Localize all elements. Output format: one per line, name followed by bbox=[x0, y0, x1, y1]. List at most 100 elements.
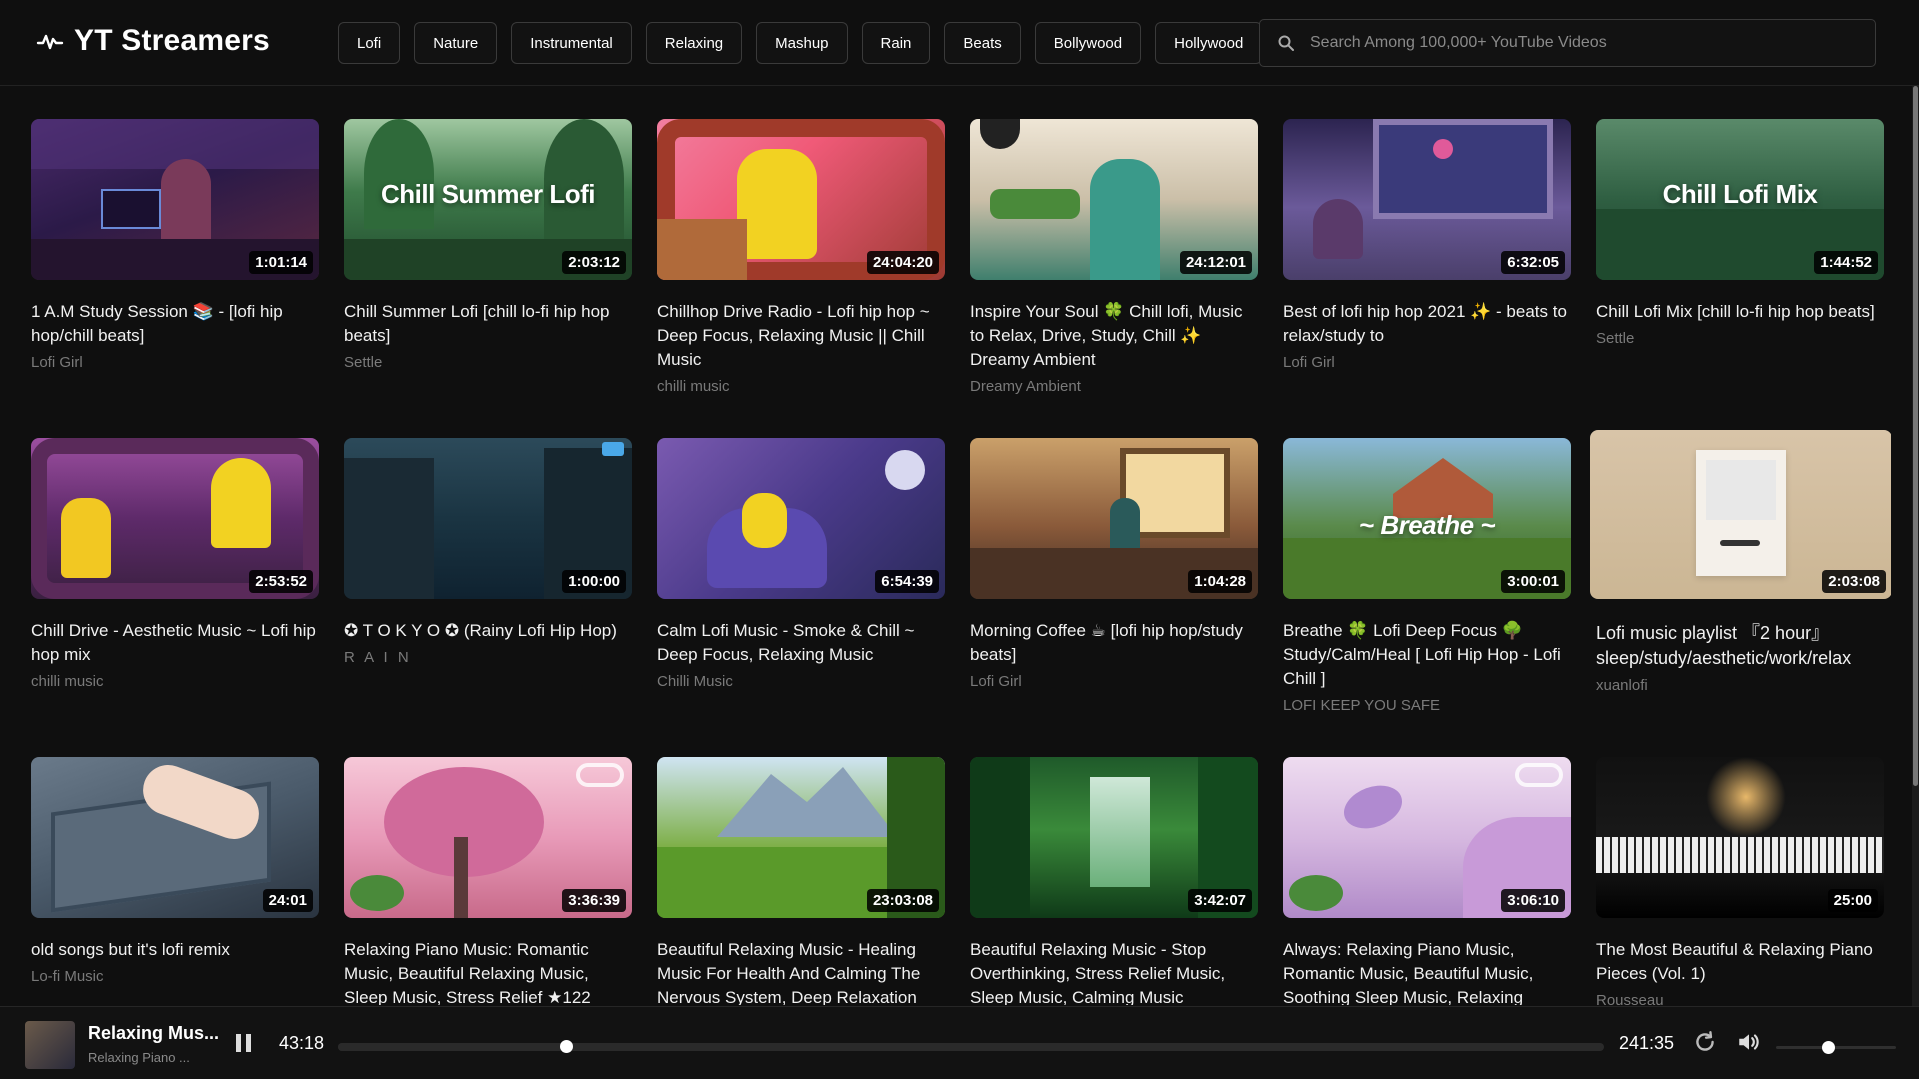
video-title[interactable]: Beautiful Relaxing Music - Stop Overthin… bbox=[970, 938, 1258, 1005]
chip-lofi[interactable]: Lofi bbox=[338, 22, 401, 64]
video-thumbnail[interactable]: 1:01:14 bbox=[31, 119, 319, 280]
channel-name[interactable]: xuanlofi bbox=[1596, 677, 1884, 694]
search-input[interactable] bbox=[1310, 34, 1850, 52]
top-header: YT Streamers Lofi Nature Instrumental Re… bbox=[0, 0, 1919, 86]
video-title[interactable]: Lofi music playlist 『2 hour』 sleep/study… bbox=[1596, 621, 1884, 671]
duration-badge: 6:54:39 bbox=[875, 570, 939, 593]
chip-beats[interactable]: Beats bbox=[944, 22, 1021, 64]
video-card[interactable]: 24:04:20 Chillhop Drive Radio - Lofi hip… bbox=[657, 119, 945, 438]
scrollbar-thumb[interactable] bbox=[1913, 86, 1918, 786]
channel-name[interactable]: Settle bbox=[1596, 330, 1884, 347]
video-thumbnail[interactable]: 25:00 bbox=[1596, 757, 1884, 918]
duration-badge: 1:00:00 bbox=[562, 570, 626, 593]
video-thumbnail[interactable]: 6:32:05 bbox=[1283, 119, 1571, 280]
video-title[interactable]: Morning Coffee ☕ [lofi hip hop/study bea… bbox=[970, 619, 1258, 667]
video-card[interactable]: 6:32:05 Best of lofi hip hop 2021 ✨ - be… bbox=[1283, 119, 1571, 438]
progress-handle[interactable] bbox=[559, 1040, 573, 1053]
channel-name[interactable]: Settle bbox=[344, 354, 632, 371]
video-thumbnail[interactable]: 23:03:08 bbox=[657, 757, 945, 918]
video-title[interactable]: ✪ T O K Y O ✪ (Rainy Lofi Hip Hop) bbox=[344, 619, 632, 643]
video-card-hovered[interactable]: 2:03:08 Lofi music playlist 『2 hour』 sle… bbox=[1590, 430, 1891, 757]
video-title[interactable]: Inspire Your Soul 🍀 Chill lofi, Music to… bbox=[970, 300, 1258, 372]
video-card[interactable]: 23:03:08 Beautiful Relaxing Music - Heal… bbox=[657, 757, 945, 1005]
video-title[interactable]: Breathe 🍀 Lofi Deep Focus 🌳 Study/Calm/H… bbox=[1283, 619, 1571, 691]
repeat-icon[interactable] bbox=[1692, 1029, 1718, 1055]
chip-relaxing[interactable]: Relaxing bbox=[645, 22, 743, 64]
video-thumbnail[interactable]: ~ Breathe ~ 3:00:01 bbox=[1283, 438, 1571, 599]
chip-hollywood[interactable]: Hollywood bbox=[1155, 22, 1263, 64]
video-card[interactable]: 6:54:39 Calm Lofi Music - Smoke & Chill … bbox=[657, 438, 945, 757]
now-playing-artwork[interactable] bbox=[25, 1021, 75, 1069]
volume-slider[interactable] bbox=[1776, 1041, 1896, 1054]
video-card[interactable]: 1:04:28 Morning Coffee ☕ [lofi hip hop/s… bbox=[970, 438, 1258, 757]
volume-handle[interactable] bbox=[1821, 1041, 1835, 1054]
channel-name[interactable]: Lofi Girl bbox=[31, 354, 319, 371]
video-thumbnail[interactable]: 2:53:52 bbox=[31, 438, 319, 599]
channel-name[interactable]: Rousseau bbox=[1596, 992, 1884, 1005]
video-thumbnail[interactable]: 24:01 bbox=[31, 757, 319, 918]
app-title: YT Streamers bbox=[74, 24, 270, 57]
channel-name[interactable]: Lofi Girl bbox=[970, 673, 1258, 690]
app-logo[interactable]: YT Streamers bbox=[36, 24, 270, 58]
video-card[interactable]: Chill Lofi Mix 1:44:52 Chill Lofi Mix [c… bbox=[1596, 119, 1884, 438]
channel-name[interactable]: chilli music bbox=[31, 673, 319, 690]
video-card[interactable]: 25:00 The Most Beautiful & Relaxing Pian… bbox=[1596, 757, 1884, 1005]
chip-nature[interactable]: Nature bbox=[414, 22, 498, 64]
video-thumbnail[interactable]: 1:04:28 bbox=[970, 438, 1258, 599]
video-title[interactable]: Calm Lofi Music - Smoke & Chill ~ Deep F… bbox=[657, 619, 945, 667]
video-thumbnail[interactable]: 3:42:07 bbox=[970, 757, 1258, 918]
video-title[interactable]: Relaxing Piano Music: Romantic Music, Be… bbox=[344, 938, 632, 1005]
video-thumbnail[interactable]: 2:03:08 bbox=[1590, 430, 1891, 599]
video-card[interactable]: 2:53:52 Chill Drive - Aesthetic Music ~ … bbox=[31, 438, 319, 757]
video-title[interactable]: Chillhop Drive Radio - Lofi hip hop ~ De… bbox=[657, 300, 945, 372]
page-scrollbar[interactable] bbox=[1912, 86, 1919, 1006]
video-title[interactable]: Chill Lofi Mix [chill lo-fi hip hop beat… bbox=[1596, 300, 1884, 324]
video-title[interactable]: Always: Relaxing Piano Music, Romantic M… bbox=[1283, 938, 1571, 1005]
channel-name[interactable]: R A I N bbox=[344, 649, 632, 666]
video-title[interactable]: The Most Beautiful & Relaxing Piano Piec… bbox=[1596, 938, 1884, 986]
chip-mashup[interactable]: Mashup bbox=[756, 22, 848, 64]
channel-name[interactable]: Chilli Music bbox=[657, 673, 945, 690]
chip-rain[interactable]: Rain bbox=[861, 22, 931, 64]
video-card[interactable]: 3:06:10 Always: Relaxing Piano Music, Ro… bbox=[1283, 757, 1571, 1005]
video-card[interactable]: Chill Summer Lofi 2:03:12 Chill Summer L… bbox=[344, 119, 632, 438]
video-title[interactable]: Best of lofi hip hop 2021 ✨ - beats to r… bbox=[1283, 300, 1571, 348]
chip-bollywood[interactable]: Bollywood bbox=[1034, 22, 1142, 64]
duration-badge: 3:06:10 bbox=[1501, 889, 1565, 912]
channel-name[interactable]: Lo-fi Music bbox=[31, 968, 319, 985]
channel-name[interactable]: Dreamy Ambient bbox=[970, 378, 1258, 395]
video-title[interactable]: Beautiful Relaxing Music - Healing Music… bbox=[657, 938, 945, 1005]
video-thumbnail[interactable]: Chill Summer Lofi 2:03:12 bbox=[344, 119, 632, 280]
video-thumbnail[interactable]: 24:12:01 bbox=[970, 119, 1258, 280]
channel-name[interactable]: LOFI KEEP YOU SAFE bbox=[1283, 697, 1571, 714]
video-thumbnail[interactable]: 6:54:39 bbox=[657, 438, 945, 599]
video-title[interactable]: Chill Drive - Aesthetic Music ~ Lofi hip… bbox=[31, 619, 319, 667]
channel-name[interactable]: chilli music bbox=[657, 378, 945, 395]
video-thumbnail[interactable]: 24:04:20 bbox=[657, 119, 945, 280]
video-thumbnail[interactable]: 3:06:10 bbox=[1283, 757, 1571, 918]
video-thumbnail[interactable]: 1:00:00 bbox=[344, 438, 632, 599]
progress-slider[interactable] bbox=[338, 1040, 1604, 1053]
video-card[interactable]: 24:01 old songs but it's lofi remix Lo-f… bbox=[31, 757, 319, 1005]
video-card[interactable]: 1:01:14 1 A.M Study Session 📚 - [lofi hi… bbox=[31, 119, 319, 438]
video-card[interactable]: 1:00:00 ✪ T O K Y O ✪ (Rainy Lofi Hip Ho… bbox=[344, 438, 632, 757]
video-card[interactable]: 24:12:01 Inspire Your Soul 🍀 Chill lofi,… bbox=[970, 119, 1258, 438]
video-title[interactable]: Chill Summer Lofi [chill lo-fi hip hop b… bbox=[344, 300, 632, 348]
video-card[interactable]: ~ Breathe ~ 3:00:01 Breathe 🍀 Lofi Deep … bbox=[1283, 438, 1571, 757]
volume-icon[interactable] bbox=[1736, 1029, 1762, 1055]
video-thumbnail[interactable]: Chill Lofi Mix 1:44:52 bbox=[1596, 119, 1884, 280]
video-thumbnail[interactable]: 3:36:39 bbox=[344, 757, 632, 918]
pause-icon[interactable] bbox=[236, 1034, 254, 1052]
channel-name[interactable]: Lofi Girl bbox=[1283, 354, 1571, 371]
chip-instrumental[interactable]: Instrumental bbox=[511, 22, 632, 64]
duration-badge: 1:04:28 bbox=[1188, 570, 1252, 593]
duration-badge: 6:32:05 bbox=[1501, 251, 1565, 274]
now-playing-title[interactable]: Relaxing Mus... bbox=[88, 1023, 218, 1044]
duration-badge: 24:04:20 bbox=[866, 251, 939, 274]
video-title[interactable]: 1 A.M Study Session 📚 - [lofi hip hop/ch… bbox=[31, 300, 319, 348]
search-box[interactable] bbox=[1259, 19, 1876, 67]
video-title[interactable]: old songs but it's lofi remix bbox=[31, 938, 319, 962]
video-card[interactable]: 3:36:39 Relaxing Piano Music: Romantic M… bbox=[344, 757, 632, 1005]
player-bar: Relaxing Mus... Relaxing Piano ... 43:18… bbox=[0, 1006, 1919, 1079]
video-card[interactable]: 3:42:07 Beautiful Relaxing Music - Stop … bbox=[970, 757, 1258, 1005]
